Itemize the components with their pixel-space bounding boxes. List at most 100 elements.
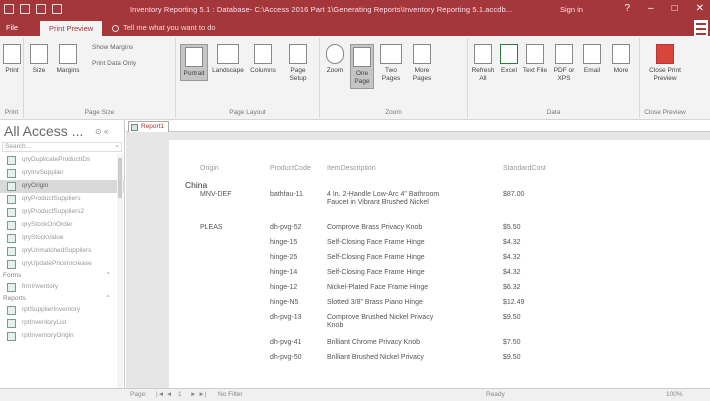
nav-item[interactable]: qryUpdatePriceIncrease	[0, 258, 125, 271]
row-unit-cost: $12.49	[503, 299, 525, 306]
one-page-button[interactable]: One Page	[350, 44, 374, 89]
more-pages-icon	[413, 44, 431, 64]
print-preview-area: Origin ProductCode ItemDescription Stand…	[126, 132, 710, 388]
page-nav-next-buttons[interactable]: ► ►|	[190, 391, 206, 398]
row-origin-value: MNV-DEF	[200, 191, 232, 198]
nav-item[interactable]: qryInvSupplier	[0, 167, 125, 180]
size-button[interactable]: Size	[28, 44, 50, 75]
help-icon[interactable]: ?	[624, 3, 630, 14]
customize-qat-icon[interactable]	[52, 4, 62, 14]
collapse-icon[interactable]: ⌃	[106, 271, 111, 281]
nav-section-forms[interactable]: Forms ⌃	[0, 271, 125, 281]
text-file-export-button[interactable]: Text File	[522, 44, 548, 75]
title-bar: Inventory Reporting 5.1 : Database- C:\A…	[0, 0, 710, 20]
nav-item-label: rptInventoryOrigin	[22, 332, 74, 339]
zoom-level[interactable]: 100%	[666, 391, 683, 398]
row-description: Nickel-Plated Face Frame Hinge	[327, 284, 429, 291]
query-icon	[7, 306, 16, 315]
landscape-button[interactable]: Landscape	[212, 44, 244, 75]
search-icon: ⌕	[115, 143, 119, 150]
nav-item-label: qryInvSupplier	[22, 169, 64, 176]
tab-print-preview[interactable]: Print Preview	[40, 21, 103, 36]
show-margins-checkbox[interactable]: Show Margins	[92, 44, 133, 51]
print-button[interactable]: Print	[3, 44, 21, 75]
margins-button[interactable]: Margins	[54, 44, 82, 75]
row-product-code: dh-pvg-41	[270, 339, 302, 346]
print-button-label: Print	[5, 67, 19, 74]
nav-pane-controls[interactable]: ⊙ «	[95, 127, 108, 136]
redo-icon[interactable]	[36, 4, 46, 14]
nav-item[interactable]: frmInventory	[0, 281, 125, 294]
nav-item[interactable]: qryStockValue	[0, 232, 125, 245]
row-unit-cost: $6.32	[503, 284, 521, 291]
nav-item[interactable]: qryProductSuppliers2	[0, 206, 125, 219]
magnifier-icon	[326, 44, 344, 64]
save-icon[interactable]	[4, 4, 14, 14]
page-number-input[interactable]: 1	[178, 391, 182, 398]
nav-item-label: frmInventory	[22, 283, 59, 290]
more-export-button[interactable]: More	[608, 44, 634, 75]
tell-me-box[interactable]: Tell me what you want to do	[112, 23, 216, 32]
page-setup-button-label: Page Setup	[289, 67, 307, 82]
columns-button[interactable]: Columns	[248, 44, 278, 75]
undo-icon[interactable]	[20, 4, 30, 14]
tell-me-placeholder: Tell me what you want to do	[123, 23, 216, 32]
nav-item[interactable]: qryUnmatchedSuppliers	[0, 245, 125, 258]
nav-item[interactable]: qryProductSuppliers	[0, 193, 125, 206]
row-description: Comprove Brass Privacy Knob	[327, 224, 423, 231]
nav-item[interactable]: qryDuplicateProductIDs	[0, 154, 125, 167]
group-data: Refresh All Excel Text File PDF or XPS E…	[468, 38, 640, 118]
close-print-preview-button[interactable]: Close Print Preview	[644, 44, 686, 83]
close-icon[interactable]: ✕	[696, 3, 704, 14]
nav-pane-title[interactable]: All Access ...	[4, 123, 83, 139]
nav-section-reports-label: Reports	[3, 295, 26, 302]
zoom-button[interactable]: Zoom	[324, 44, 346, 75]
excel-export-button[interactable]: Excel	[498, 44, 520, 75]
text-file-export-label: Text File	[522, 67, 548, 74]
more-pages-button[interactable]: More Pages	[408, 44, 436, 83]
origin-group-value: China	[185, 180, 208, 190]
restore-icon[interactable]: □	[672, 3, 678, 14]
portrait-button-label: Portrait	[183, 70, 205, 77]
tab-report1[interactable]: Report1	[128, 121, 170, 132]
sign-in-link[interactable]: Sign in	[560, 5, 583, 14]
nav-scrollbar[interactable]	[117, 154, 123, 394]
one-page-icon	[353, 47, 371, 67]
account-icon[interactable]	[694, 20, 708, 36]
nav-item[interactable]: rptInventoryList	[0, 317, 125, 330]
query-icon	[7, 195, 16, 204]
refresh-all-button[interactable]: Refresh All	[470, 44, 496, 83]
nav-section-reports[interactable]: Reports ⌃	[0, 294, 125, 304]
two-pages-button[interactable]: Two Pages	[378, 44, 404, 83]
tab-file[interactable]: File	[6, 23, 18, 32]
text-file-icon	[526, 44, 544, 64]
group-page-size-label: Page Size	[84, 109, 115, 116]
email-button-label: Email	[583, 67, 601, 74]
nav-item-label: qryProductSuppliers	[22, 195, 81, 202]
nav-item[interactable]: qryStockOnOrder	[0, 219, 125, 232]
row-unit-cost: $4.32	[503, 254, 521, 261]
collapse-icon[interactable]: ⌃	[106, 294, 111, 304]
filter-indicator[interactable]: No Filter	[218, 391, 243, 398]
portrait-icon	[185, 47, 203, 67]
nav-item[interactable]: rptSupplierInventory	[0, 304, 125, 317]
page-nav-buttons[interactable]: |◄ ◄	[156, 391, 172, 398]
portrait-button[interactable]: Portrait	[180, 44, 208, 81]
group-print: Print Print	[0, 38, 24, 118]
page-setup-button[interactable]: Page Setup	[282, 44, 314, 83]
nav-item[interactable]: rptInventoryOrigin	[0, 330, 125, 343]
email-button[interactable]: Email	[580, 44, 604, 75]
ribbon: Print Print Size Margins Show Margins Pr…	[0, 36, 710, 120]
nav-search-input[interactable]: Search... ⌕	[2, 142, 122, 152]
nav-item-label: qryUpdatePriceIncrease	[22, 260, 92, 267]
nav-scroll-thumb[interactable]	[118, 158, 122, 198]
pdf-export-button[interactable]: PDF or XPS	[550, 44, 578, 83]
nav-item-label: rptSupplierInventory	[22, 306, 81, 313]
print-data-only-checkbox[interactable]: Print Data Only	[92, 60, 136, 67]
more-export-label: More	[613, 67, 629, 74]
pdf-export-label: PDF or XPS	[553, 67, 575, 82]
zoom-button-label: Zoom	[326, 67, 344, 74]
minimize-icon[interactable]: –	[648, 3, 654, 14]
header-origin: Origin	[200, 165, 219, 172]
nav-item[interactable]: qryOrigin	[0, 180, 125, 193]
